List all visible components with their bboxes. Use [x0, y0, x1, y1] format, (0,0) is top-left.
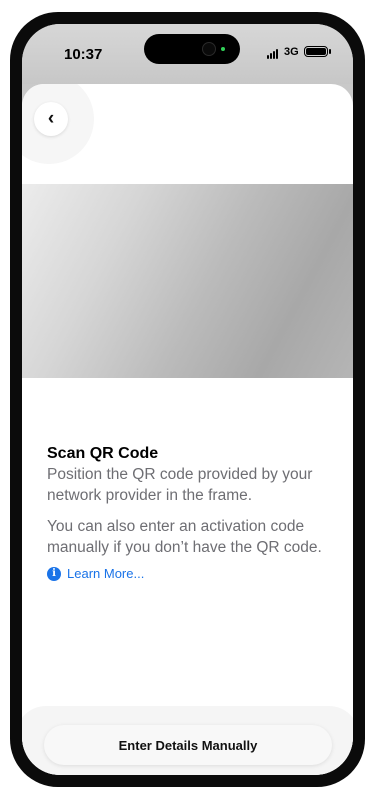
status-time: 10:37 — [64, 46, 103, 63]
enter-details-manually-label: Enter Details Manually — [118, 737, 258, 753]
page-title: Scan QR Code — [47, 445, 159, 462]
dynamic-island — [144, 34, 240, 64]
screen: 10:37 3G ‹ Scan QR Code Position the QR … — [22, 24, 353, 775]
network-type: 3G — [284, 46, 299, 58]
chevron-left-icon: ‹ — [47, 108, 55, 129]
camera-viewfinder — [22, 184, 353, 378]
privacy-indicator-icon — [221, 47, 225, 51]
signal-bars-icon — [267, 49, 278, 59]
manual-entry-note: You can also enter an activation code ma… — [47, 518, 322, 556]
scan-instructions: Scan QR Code Position the QR code provid… — [47, 444, 343, 581]
phone-frame: 10:37 3G ‹ Scan QR Code Position the QR … — [10, 12, 365, 787]
battery-tip — [329, 49, 331, 54]
front-camera-icon — [202, 42, 216, 56]
battery-icon — [304, 46, 328, 57]
battery-level — [306, 48, 326, 55]
learn-more-link[interactable]: i Learn More... — [47, 566, 343, 581]
learn-more-label: Learn More... — [67, 566, 145, 581]
back-button[interactable]: ‹ — [34, 102, 68, 136]
status-bar: 10:37 3G — [22, 24, 353, 84]
scan-description: Position the QR code provided by your ne… — [47, 466, 313, 504]
enter-details-manually-button[interactable]: Enter Details Manually — [44, 725, 332, 765]
scan-sheet: ‹ Scan QR Code Position the QR code prov… — [22, 84, 353, 775]
info-circle-icon: i — [47, 566, 61, 581]
